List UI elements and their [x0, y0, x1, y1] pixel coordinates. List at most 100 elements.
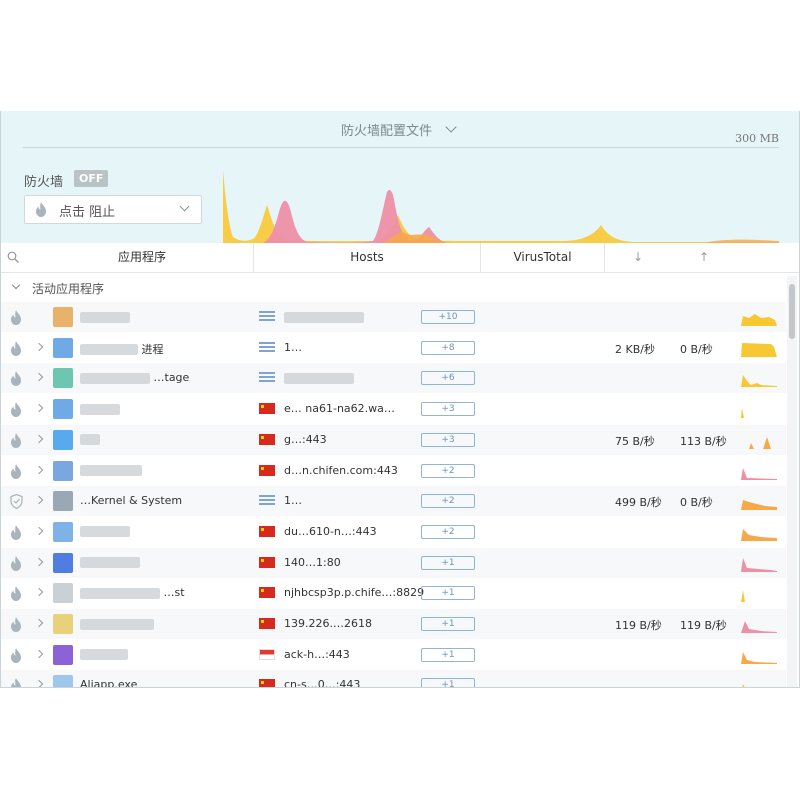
lan-icon: [259, 341, 275, 353]
table-row[interactable]: …tage +6: [1, 363, 786, 394]
expand-chevron-icon[interactable]: [34, 588, 44, 597]
host-name: e… na61-na62.wa…: [284, 402, 395, 416]
flame-icon[interactable]: [10, 402, 22, 418]
expand-chevron-icon[interactable]: [34, 465, 44, 474]
flame-icon[interactable]: [10, 678, 22, 688]
redacted-text: [80, 526, 130, 538]
host-count-badge[interactable]: +10: [421, 310, 475, 324]
search-icon[interactable]: [7, 251, 19, 263]
lan-icon: [259, 495, 275, 507]
expand-chevron-icon[interactable]: [34, 373, 44, 382]
host-name: [284, 371, 354, 384]
table-row[interactable]: 进程 1… +8 2 KB/秒 0 B/秒: [1, 333, 786, 363]
firewall-profile-selector[interactable]: 防火墙配置文件: [341, 120, 432, 139]
firewall-toggle[interactable]: OFF: [74, 170, 109, 187]
expand-chevron-icon[interactable]: [34, 526, 44, 536]
flame-icon[interactable]: [10, 555, 22, 571]
flame-icon[interactable]: [10, 647, 22, 663]
expand-chevron-icon[interactable]: [34, 649, 44, 658]
host-name: 1…: [284, 340, 302, 354]
flame-icon[interactable]: [10, 617, 22, 632]
flame-icon[interactable]: [10, 340, 22, 356]
expand-chevron-icon[interactable]: [34, 434, 44, 444]
app-icon: [53, 552, 73, 573]
upload-rate: 0 B/秒: [680, 496, 713, 510]
column-upload[interactable]: ↑: [671, 243, 737, 272]
host-count-badge[interactable]: +3: [421, 432, 475, 447]
host-count-badge[interactable]: +1: [421, 586, 475, 601]
table-row[interactable]: 140…1:80 +1: [1, 547, 786, 578]
table-row[interactable]: ack-h…:443 +1: [1, 640, 786, 670]
table-row[interactable]: du…610-n…:443 +2: [1, 517, 786, 547]
firewall-label: 防火墙: [24, 175, 64, 190]
flame-icon[interactable]: [10, 586, 22, 602]
memory-scale-label: 300 MB: [735, 132, 779, 145]
host-count-badge[interactable]: +2: [421, 524, 475, 539]
expand-chevron-icon[interactable]: [34, 680, 44, 687]
chevron-down-icon[interactable]: [11, 280, 21, 290]
expand-chevron-icon[interactable]: [34, 495, 44, 505]
chevron-down-icon[interactable]: [445, 121, 457, 133]
flame-icon[interactable]: [10, 463, 22, 479]
expand-chevron-icon[interactable]: [34, 403, 44, 413]
app-name: …st: [80, 586, 185, 599]
host-name: cn-s…0…:443: [284, 678, 361, 688]
host-count-badge[interactable]: +2: [421, 494, 475, 509]
app-icon: [53, 429, 73, 450]
download-rate: 499 B/秒: [615, 496, 662, 510]
flag-cn-icon: [259, 464, 275, 476]
host-count-badge[interactable]: +1: [421, 555, 475, 570]
app-name: 进程: [80, 341, 164, 357]
flame-icon[interactable]: [10, 371, 22, 387]
table-row[interactable]: 139.226.…2618 +1 119 B/秒 119 B/秒: [1, 609, 786, 639]
table-row[interactable]: +10: [1, 302, 786, 332]
table-row[interactable]: d…n.chifen.com:443 +2: [1, 456, 786, 486]
scrollbar-thumb[interactable]: [789, 284, 795, 339]
host-name: 1…: [284, 494, 302, 508]
column-download[interactable]: ↓: [605, 243, 671, 272]
chevron-down-icon: [179, 201, 190, 212]
redacted-text: [284, 372, 354, 384]
app-icon: [53, 644, 73, 665]
host-count-badge[interactable]: +6: [421, 371, 475, 386]
table-row[interactable]: g…:443 +3 75 B/秒 113 B/秒: [1, 424, 786, 455]
host-count-badge[interactable]: +3: [421, 402, 475, 417]
redacted-text: [80, 618, 154, 630]
host-count-badge[interactable]: +2: [421, 463, 475, 478]
shield-icon[interactable]: [10, 494, 23, 510]
host-count-badge[interactable]: +8: [421, 340, 475, 355]
table-row[interactable]: Aliapp.exe cn-s…0…:443 +1: [1, 670, 786, 688]
flag-cn-icon: [259, 433, 275, 445]
host-count-badge[interactable]: +1: [421, 678, 475, 687]
host-count-badge[interactable]: +1: [421, 617, 475, 631]
download-rate: 2 KB/秒: [615, 342, 655, 356]
redacted-text: [80, 434, 100, 446]
table-row[interactable]: …st njhbcsp3p.p.chife…:8829 +1: [1, 578, 786, 608]
host-count-badge[interactable]: +1: [421, 647, 475, 662]
header-divider: [23, 147, 779, 148]
traffic-sparkline: [741, 621, 777, 633]
table-row[interactable]: …Kernel & System 1… +2 499 B/秒 0 B/秒: [1, 486, 786, 517]
redacted-text: [80, 372, 150, 384]
traffic-sparkline: [741, 528, 777, 541]
expand-chevron-icon[interactable]: [34, 557, 44, 566]
column-app[interactable]: 应用程序: [31, 243, 253, 272]
flame-icon[interactable]: [10, 432, 22, 448]
app-icon: [53, 307, 73, 327]
block-mode-dropdown[interactable]: 点击 阻止: [24, 195, 202, 224]
app-name: [80, 433, 100, 446]
expand-chevron-icon[interactable]: [34, 618, 44, 628]
column-hosts[interactable]: Hosts: [254, 243, 480, 272]
flame-icon[interactable]: [10, 310, 22, 325]
app-name: [80, 525, 130, 538]
expand-chevron-icon[interactable]: [34, 342, 44, 351]
table-row[interactable]: e… na61-na62.wa… +3: [1, 394, 786, 424]
host-name: ack-h…:443: [284, 647, 350, 661]
lan-icon: [259, 311, 275, 322]
section-active-apps[interactable]: 活动应用程序: [1, 276, 799, 302]
upload-rate: 0 B/秒: [680, 342, 713, 356]
app-name: …Kernel & System: [80, 494, 183, 508]
traffic-sparkline: [741, 408, 744, 419]
column-virustotal[interactable]: VirusTotal: [481, 243, 604, 272]
flame-icon[interactable]: [10, 524, 22, 540]
